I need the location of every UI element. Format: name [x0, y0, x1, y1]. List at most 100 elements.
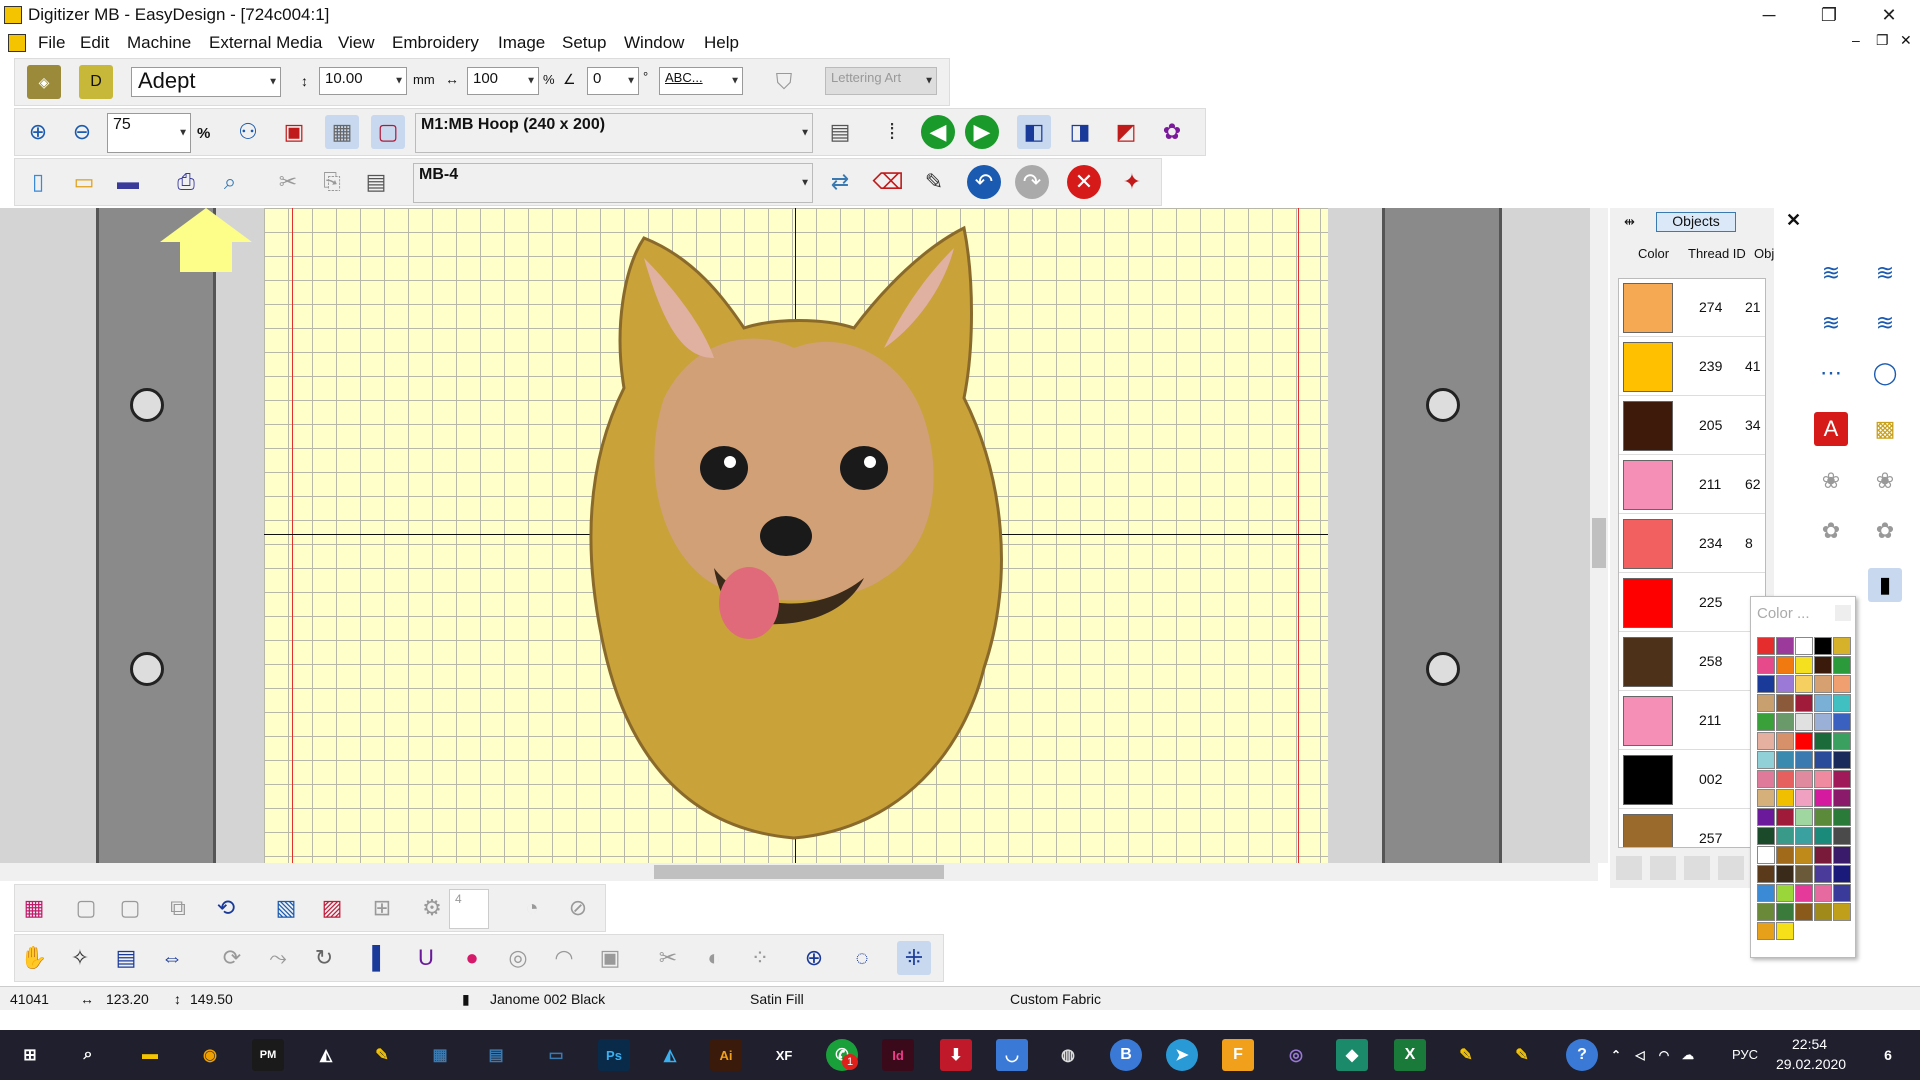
- menu-setup[interactable]: Setup: [562, 33, 606, 53]
- dots-icon[interactable]: ⁘: [743, 941, 777, 975]
- palette-color[interactable]: [1814, 675, 1832, 693]
- mdi-close-button[interactable]: ✕: [1900, 32, 1912, 49]
- panel-close-icon[interactable]: ✕: [1786, 210, 1801, 231]
- palette-color[interactable]: [1795, 751, 1813, 769]
- app-icon-xf[interactable]: XF: [768, 1039, 800, 1071]
- palette-color[interactable]: [1757, 884, 1775, 902]
- menu-edit[interactable]: Edit: [80, 33, 109, 53]
- node-add-icon[interactable]: ⊕: [797, 941, 831, 975]
- palette-color[interactable]: [1795, 903, 1813, 921]
- gear-icon[interactable]: ⚙: [415, 891, 449, 925]
- menu-machine[interactable]: Machine: [127, 33, 191, 53]
- telegram-icon[interactable]: ➤: [1166, 1039, 1198, 1071]
- thread-row[interactable]: 274 21: [1619, 279, 1765, 337]
- palette-color[interactable]: [1757, 713, 1775, 731]
- palette-color[interactable]: [1833, 865, 1851, 883]
- split-icon[interactable]: ⧉: [161, 891, 195, 925]
- thread-swatch[interactable]: [1623, 283, 1673, 333]
- color-sort-icon[interactable]: ◩: [1109, 115, 1143, 149]
- thread-swatch[interactable]: [1623, 578, 1673, 628]
- palette-color[interactable]: [1833, 884, 1851, 902]
- palette-color[interactable]: [1814, 884, 1832, 902]
- design-canvas[interactable]: [0, 208, 1598, 863]
- palette-color[interactable]: [1814, 637, 1832, 655]
- thread-row[interactable]: 239 41: [1619, 338, 1765, 396]
- palette-color[interactable]: [1776, 922, 1794, 940]
- palette-color[interactable]: [1814, 827, 1832, 845]
- palette-color[interactable]: [1776, 846, 1794, 864]
- horizontal-scroll-thumb[interactable]: [654, 865, 944, 879]
- pattern-icon[interactable]: ❀: [1814, 464, 1848, 498]
- fill-pattern-icon[interactable]: ▧: [269, 891, 303, 925]
- clock-date[interactable]: 29.02.2020: [1776, 1056, 1846, 1072]
- app-icon-cube[interactable]: ◆: [1336, 1039, 1368, 1071]
- help-icon[interactable]: ?: [1566, 1039, 1598, 1071]
- thread-swatch[interactable]: [1623, 342, 1673, 392]
- palette-color[interactable]: [1776, 789, 1794, 807]
- palette-color[interactable]: [1757, 827, 1775, 845]
- palette-color[interactable]: [1795, 732, 1813, 750]
- palette-color[interactable]: [1795, 808, 1813, 826]
- thread-row[interactable]: 211 62: [1619, 456, 1765, 514]
- palette-color[interactable]: [1757, 656, 1775, 674]
- outline-icon[interactable]: ⋯: [1814, 356, 1848, 390]
- excel-icon[interactable]: X: [1394, 1039, 1426, 1071]
- fill-stitch-icon[interactable]: ≋: [1814, 306, 1848, 340]
- app-icon-digitizer[interactable]: ▤: [480, 1039, 512, 1071]
- app-icon-monitor[interactable]: ▭: [540, 1039, 572, 1071]
- download-icon[interactable]: ⬇: [940, 1039, 972, 1071]
- menu-file[interactable]: File: [38, 33, 65, 53]
- mdi-restore-button[interactable]: ❐: [1876, 32, 1889, 49]
- palette-color[interactable]: [1814, 732, 1832, 750]
- select-icon[interactable]: ◧: [1017, 115, 1051, 149]
- notifications-icon[interactable]: 6: [1872, 1039, 1904, 1071]
- palette-color[interactable]: [1776, 770, 1794, 788]
- palette-color[interactable]: [1776, 827, 1794, 845]
- width-input[interactable]: 100 ▼: [467, 67, 539, 95]
- palette-color[interactable]: [1795, 846, 1813, 864]
- palette-color[interactable]: [1833, 789, 1851, 807]
- volume-icon[interactable]: ◁: [1630, 1039, 1650, 1071]
- app-icon-digitizer-2[interactable]: ✎: [1506, 1039, 1538, 1071]
- move-top-icon[interactable]: [1616, 856, 1642, 880]
- palette-color[interactable]: [1833, 751, 1851, 769]
- thread-swatch[interactable]: [1623, 696, 1673, 746]
- palette-color[interactable]: [1757, 789, 1775, 807]
- restore-button[interactable]: ❐: [1800, 0, 1858, 30]
- palette-color[interactable]: [1776, 903, 1794, 921]
- palette-color[interactable]: [1776, 637, 1794, 655]
- thread-swatch[interactable]: [1623, 755, 1673, 805]
- glasses-icon[interactable]: ⚇: [231, 115, 265, 149]
- thread-row[interactable]: 002: [1619, 751, 1765, 809]
- background-icon[interactable]: ▣: [277, 115, 311, 149]
- palette-color[interactable]: [1833, 694, 1851, 712]
- clock-time[interactable]: 22:54: [1792, 1036, 1827, 1052]
- palette-color[interactable]: [1814, 656, 1832, 674]
- open-folder-icon[interactable]: ▭: [67, 165, 101, 199]
- panel-pin-icon[interactable]: ⇹: [1624, 214, 1635, 230]
- menu-view[interactable]: View: [338, 33, 375, 53]
- color-blocks-icon[interactable]: ▦: [17, 891, 51, 925]
- hoop-select[interactable]: M1:MB Hoop (240 x 200) ▼: [415, 113, 813, 153]
- palette-color[interactable]: [1776, 656, 1794, 674]
- palette-color[interactable]: [1814, 846, 1832, 864]
- new-file-icon[interactable]: ▯: [21, 165, 55, 199]
- text-style-select[interactable]: ABC... ▼: [659, 67, 743, 95]
- illustrator-icon[interactable]: Ai: [710, 1039, 742, 1071]
- frame-icon[interactable]: ▣: [593, 941, 627, 975]
- thread-row[interactable]: 234 8: [1619, 515, 1765, 573]
- photo-stitch-icon[interactable]: ✿: [1868, 514, 1902, 548]
- cloud-icon[interactable]: ☁: [1678, 1039, 1698, 1071]
- palette-color[interactable]: [1776, 865, 1794, 883]
- properties-icon[interactable]: ▤: [109, 941, 143, 975]
- thread-row[interactable]: 205 34: [1619, 397, 1765, 455]
- remove-hoop-icon[interactable]: ▢: [113, 891, 147, 925]
- zoom-in-icon[interactable]: ⊕: [21, 115, 55, 149]
- undo-icon[interactable]: ↶: [967, 165, 1001, 199]
- letter-d-icon[interactable]: D: [79, 65, 113, 99]
- applique-icon[interactable]: A: [1814, 412, 1848, 446]
- machine-select[interactable]: MB-4 ▼: [413, 163, 813, 203]
- objects-tab[interactable]: Objects: [1656, 212, 1736, 232]
- delete-icon[interactable]: ✕: [1067, 165, 1101, 199]
- cut-icon[interactable]: ✂: [271, 165, 305, 199]
